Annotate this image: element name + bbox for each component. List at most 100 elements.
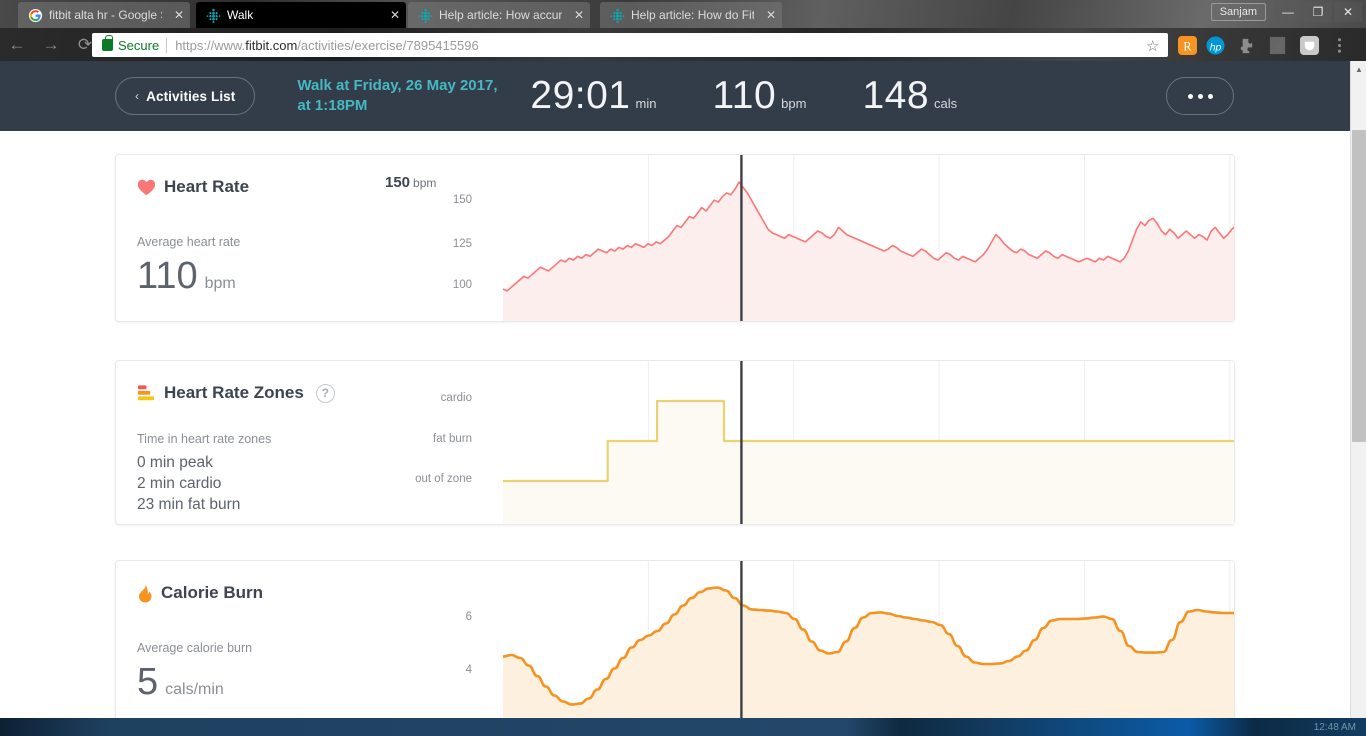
browser-tab-title: Help article: How accurat: [439, 8, 562, 22]
zones-subtitle: Time in heart rate zones: [137, 432, 272, 446]
zones-line-cardio: 2 min cardio: [137, 475, 222, 492]
heart-rate-value: 110: [137, 255, 198, 297]
os-taskbar: 12:48 AM: [0, 718, 1366, 736]
stat-unit: min: [635, 96, 657, 111]
fitbit-icon: [206, 8, 221, 23]
calorie-value: 5: [137, 661, 159, 703]
activity-title: Walk at Friday, 26 May 2017, at 1:18PM: [297, 76, 512, 116]
calorie-subtitle: Average calorie burn: [137, 641, 253, 655]
browser-tab-title: fitbit alta hr - Google Sea: [49, 8, 162, 22]
minimize-button[interactable]: —: [1274, 2, 1302, 22]
svg-text:R: R: [1183, 39, 1192, 53]
stat-unit: cals: [934, 96, 958, 111]
browser-menu-icon[interactable]: [1330, 36, 1349, 55]
close-button[interactable]: ✕: [1334, 2, 1362, 22]
heart-rate-unit: bpm: [204, 275, 236, 292]
heart-rate-summary: Heart Rate Average heart rate 110 bpm: [116, 155, 388, 321]
svg-text:A: A: [1273, 41, 1282, 53]
page-scrollbar[interactable]: ▲ ▼: [1350, 61, 1366, 736]
secure-label: Secure: [118, 37, 160, 53]
heart-rate-value-row: 110 bpm: [137, 257, 388, 295]
profile-chip[interactable]: Sanjam: [1210, 3, 1266, 21]
url-path: /activities/exercise/7895415596: [297, 37, 479, 53]
stat-average-heart-rate: 110 bpm: [712, 74, 806, 118]
browser-tab-title: Walk: [227, 8, 254, 22]
calorie-burn-card: Calorie Burn Average calorie burn 5 cals/…: [115, 560, 1235, 720]
help-icon[interactable]: ?: [315, 383, 335, 403]
dot-icon: [1207, 93, 1213, 99]
tooltip-value: 150: [385, 174, 411, 191]
stat-unit: bpm: [781, 96, 807, 111]
heart-rate-zones-chart[interactable]: [387, 361, 1234, 524]
heart-rate-tooltip: 150 bpm: [385, 174, 436, 191]
divider: [166, 37, 168, 53]
stat-value: 29:01: [530, 74, 631, 117]
calorie-value-row: 5 cals/min: [137, 663, 388, 701]
browser-tab-1[interactable]: Walk ✕: [196, 2, 406, 28]
window-controls: Sanjam — ❐ ✕: [1210, 1, 1362, 23]
puzzle-icon[interactable]: [1236, 36, 1255, 55]
back-icon[interactable]: ←: [0, 35, 34, 55]
heart-rate-zones-card: Heart Rate Zones ? Time in heart rate zo…: [115, 360, 1235, 525]
more-options-button[interactable]: [1166, 77, 1234, 115]
stat-value: 110: [712, 74, 777, 117]
calorie-burn-chart[interactable]: [387, 561, 1234, 720]
taskbar-clock: 12:48 AM: [1313, 721, 1356, 733]
zones-line-peak: 0 min peak: [137, 454, 213, 471]
calorie-unit: cals/min: [165, 681, 224, 698]
heart-rate-title-row: Heart Rate: [137, 177, 388, 197]
url-text: https://www.fitbit.com/activities/exerci…: [175, 38, 478, 53]
fitbit-icon: [610, 8, 625, 23]
r-icon[interactable]: R: [1178, 36, 1197, 55]
browser-tab-strip: fitbit alta hr - Google Sea ✕ Walk ✕ Hel…: [0, 0, 1366, 28]
stat-duration: 29:01 min: [530, 74, 656, 118]
zones-line-fatburn: 23 min fat burn: [137, 496, 241, 513]
heart-rate-card: Heart Rate Average heart rate 110 bpm 150…: [115, 154, 1235, 322]
url-domain: fitbit.com: [245, 37, 298, 53]
dot-icon: [1187, 93, 1193, 99]
lock-icon: [102, 35, 113, 51]
stat-value: 148: [862, 74, 930, 117]
maximize-button[interactable]: ❐: [1304, 2, 1332, 22]
tooltip-unit: bpm: [413, 176, 437, 190]
dot-icon: [1197, 93, 1203, 99]
url-scheme: https://www.: [175, 37, 246, 53]
tab-close-icon[interactable]: ✕: [168, 8, 184, 22]
heart-rate-subtitle: Average heart rate: [137, 235, 241, 249]
google-icon: [28, 8, 43, 22]
activity-stats: 29:01 min 110 bpm 148 cals: [530, 74, 957, 118]
tab-close-icon[interactable]: ✕: [384, 8, 400, 22]
activities-list-button[interactable]: ‹ Activities List: [115, 77, 256, 115]
charts-area: Heart Rate Average heart rate 110 bpm 150…: [0, 131, 1352, 720]
activity-header: ‹ Activities List Walk at Friday, 26 May…: [0, 61, 1352, 131]
flame-icon: [139, 584, 152, 602]
heart-rate-title: Heart Rate: [164, 177, 250, 196]
svg-text:hp: hp: [1210, 42, 1222, 53]
browser-tab-2[interactable]: Help article: How accurat ✕: [408, 2, 590, 28]
zones-bars-icon: [137, 385, 155, 401]
page-content: ‹ Activities List Walk at Friday, 26 May…: [0, 61, 1352, 720]
chevron-left-icon: ‹: [135, 89, 140, 103]
address-bar[interactable]: Secure https://www.fitbit.com/activities…: [92, 33, 1168, 57]
hp-icon[interactable]: hp: [1206, 36, 1225, 55]
calorie-title-row: Calorie Burn: [137, 583, 388, 603]
activity-title-line2: at 1:18PM: [297, 97, 368, 114]
forward-icon[interactable]: →: [34, 35, 68, 55]
heart-rate-chart[interactable]: [387, 155, 1234, 321]
browser-tab-3[interactable]: Help article: How do Fitb ✕: [600, 2, 782, 28]
zones-title-row: Heart Rate Zones ?: [137, 383, 388, 403]
stat-calories: 148 cals: [862, 74, 957, 118]
bookmark-star-icon[interactable]: ☆: [1146, 37, 1159, 55]
browser-tab-0[interactable]: fitbit alta hr - Google Sea ✕: [18, 2, 190, 28]
activity-title-line1: Walk at Friday, 26 May 2017,: [297, 77, 498, 94]
fitbit-icon: [418, 8, 433, 23]
scroll-up-icon[interactable]: ▲: [1351, 61, 1366, 78]
pocket-icon[interactable]: [1300, 36, 1319, 55]
calorie-title: Calorie Burn: [161, 583, 264, 602]
scrollbar-thumb[interactable]: [1352, 130, 1366, 442]
pdf-icon[interactable]: A: [1268, 36, 1287, 55]
tab-close-icon[interactable]: ✕: [760, 8, 776, 22]
browser-tab-title: Help article: How do Fitb: [631, 8, 754, 22]
tab-close-icon[interactable]: ✕: [568, 8, 584, 22]
zones-title: Heart Rate Zones: [164, 383, 304, 402]
